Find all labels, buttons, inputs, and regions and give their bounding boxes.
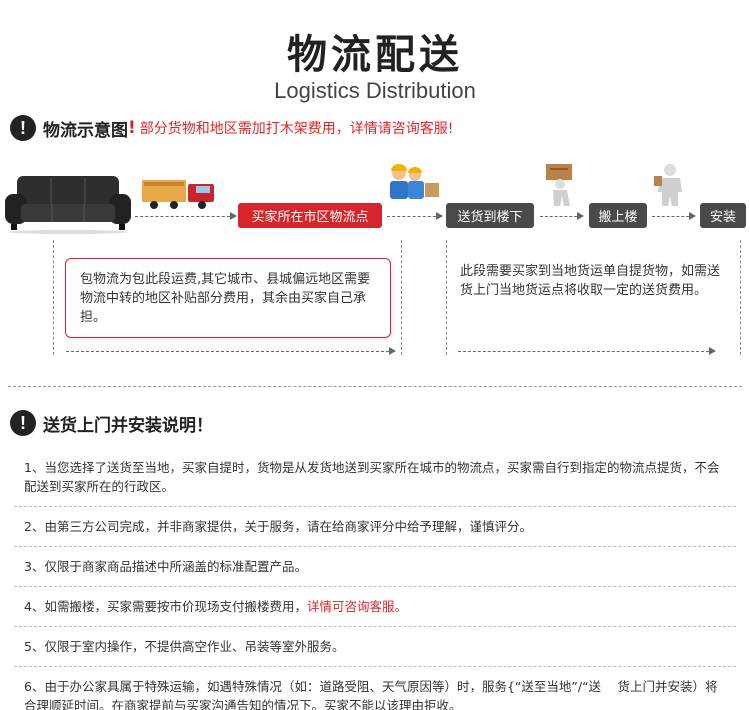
note-item: 4、如需搬楼，买家需要按市价现场支付搬楼费用，详情可咨询客服。 [14, 587, 736, 627]
flow-step-carry-upstairs: 搬上楼 [589, 203, 647, 228]
porter-icon [546, 164, 572, 206]
note-item: 2、由第三方公司完成，并非商家提供，关于服务，请在给商家评分中给予理解，谨慎评分… [14, 507, 736, 547]
sofa-icon [5, 176, 131, 234]
bracket-arrow-left [66, 347, 396, 355]
page-title: 物流配送 [287, 32, 463, 78]
bracket-right-start [446, 240, 447, 355]
section-install-title: 送货上门并安装说明！ [43, 415, 213, 436]
warning-icon: ! [10, 410, 36, 436]
section-divider [8, 386, 742, 387]
bracket-right-end [740, 240, 741, 355]
section-logistics-title: 物流示意图 [43, 120, 128, 141]
section-install-header: ! 送货上门并安装说明！ [10, 410, 213, 436]
note-item: 1、当您选择了送货至当地，买家自提时，货物是从发货地送到买家所在城市的物流点，买… [14, 448, 736, 507]
section-logistics-exclaim: ! [128, 118, 136, 138]
note-item: 6、由于办公家具属于特殊运输，如遇特殊情况（如：道路受阻、天气原因等）时，服务{… [24, 679, 718, 710]
flow-arrow-1 [135, 212, 237, 220]
right-info-box: 此段需要买家到当地货运单自提货物，如需送货上门当地货运点将收取一定的送货费用。 [460, 264, 721, 298]
note-item: 5、仅限于室内操作，不提供高空作业、吊装等室外服务。 [14, 627, 736, 667]
workers-icon [390, 164, 439, 199]
bracket-arrow-right [458, 347, 716, 355]
flow-step-install: 安装 [700, 203, 746, 228]
flow-step-city-logistics: 买家所在市区物流点 [238, 203, 382, 228]
install-notes-list: 1、当您选择了送货至当地，买家自提时，货物是从发货地送到买家所在城市的物流点，买… [14, 448, 736, 710]
warning-icon: ! [10, 115, 36, 141]
section-logistics-header: ! 物流示意图 ! 部分货物和地区需加打木架费用，详情请咨询客服! [10, 115, 453, 141]
note-contact-service: 详情可咨询客服。 [306, 599, 407, 614]
section-logistics-note: 部分货物和地区需加打木架费用，详情请咨询客服! [139, 121, 454, 137]
flow-arrow-4 [652, 212, 696, 220]
truck-icon [142, 180, 214, 209]
flow-arrow-2 [387, 212, 443, 220]
page-subtitle: Logistics Distribution [274, 78, 476, 103]
flow-step-deliver-downstairs: 送货到楼下 [446, 203, 534, 228]
left-info-box: 包物流为包此段运费,其它城市、县城偏远地区需要物流中转的地区补贴部分费用，其余由… [65, 258, 391, 338]
bracket-left-start [53, 240, 54, 355]
installer-icon [654, 164, 682, 206]
note-item: 3、仅限于商家商品描述中所涵盖的标准配置产品。 [14, 547, 736, 587]
bracket-left-end [401, 240, 402, 355]
flow-arrow-3 [540, 212, 584, 220]
